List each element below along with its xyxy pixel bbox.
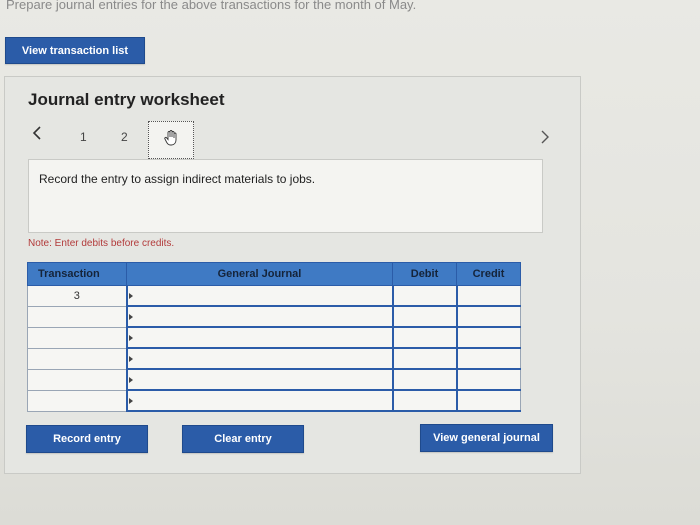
transaction-cell bbox=[27, 305, 127, 328]
note-text: Note: Enter debits before credits. bbox=[28, 238, 175, 249]
general-journal-select[interactable] bbox=[125, 347, 393, 370]
instruction-text: Record the entry to assign indirect mate… bbox=[39, 172, 316, 186]
transaction-cell bbox=[27, 389, 127, 412]
dropdown-triangle-icon bbox=[128, 313, 133, 320]
debit-input[interactable] bbox=[391, 305, 457, 328]
dropdown-triangle-icon bbox=[128, 355, 133, 362]
general-journal-select[interactable] bbox=[125, 285, 393, 307]
debit-input[interactable] bbox=[391, 285, 457, 307]
debit-input[interactable] bbox=[391, 326, 457, 349]
credit-input[interactable] bbox=[455, 389, 521, 412]
instruction-top-text: Prepare journal entries for the above tr… bbox=[6, 0, 417, 12]
table-row bbox=[27, 368, 521, 391]
clear-entry-button[interactable]: Clear entry bbox=[182, 425, 304, 453]
column-header-credit: Credit bbox=[456, 262, 521, 286]
hand-cursor-icon bbox=[164, 129, 178, 151]
journal-table: Transaction General Journal Debit Credit… bbox=[27, 262, 521, 412]
transaction-cell: 3 bbox=[27, 285, 127, 307]
record-entry-button[interactable]: Record entry bbox=[26, 425, 148, 453]
table-row bbox=[27, 305, 521, 328]
table-row: 3 bbox=[27, 285, 521, 307]
page-2-tab[interactable]: 2 bbox=[121, 130, 128, 144]
credit-input[interactable] bbox=[455, 305, 521, 328]
column-header-transaction: Transaction bbox=[27, 262, 127, 286]
worksheet-title: Journal entry worksheet bbox=[28, 90, 225, 109]
transaction-cell bbox=[27, 347, 127, 370]
table-row bbox=[27, 347, 521, 370]
table-row bbox=[27, 389, 521, 412]
general-journal-select[interactable] bbox=[125, 326, 393, 349]
view-transaction-list-button[interactable]: View transaction list bbox=[5, 37, 145, 64]
page-1-tab[interactable]: 1 bbox=[80, 130, 87, 144]
transaction-cell bbox=[27, 326, 127, 349]
instruction-box: Record the entry to assign indirect mate… bbox=[28, 159, 543, 233]
table-row bbox=[27, 326, 521, 349]
dropdown-triangle-icon bbox=[128, 334, 133, 341]
chevron-right-icon[interactable] bbox=[540, 130, 550, 149]
general-journal-select[interactable] bbox=[125, 368, 393, 391]
general-journal-select[interactable] bbox=[125, 305, 393, 328]
debit-input[interactable] bbox=[391, 368, 457, 391]
credit-input[interactable] bbox=[455, 347, 521, 370]
page-3-tab-current[interactable] bbox=[148, 121, 194, 159]
transaction-cell bbox=[27, 368, 127, 391]
column-header-debit: Debit bbox=[392, 262, 457, 286]
general-journal-select[interactable] bbox=[125, 389, 393, 412]
debit-input[interactable] bbox=[391, 347, 457, 370]
credit-input[interactable] bbox=[455, 326, 521, 349]
credit-input[interactable] bbox=[455, 285, 521, 307]
chevron-left-icon[interactable] bbox=[32, 126, 42, 145]
dropdown-triangle-icon bbox=[128, 292, 133, 299]
dropdown-triangle-icon bbox=[128, 397, 133, 404]
dropdown-triangle-icon bbox=[128, 376, 133, 383]
view-general-journal-button[interactable]: View general journal bbox=[420, 424, 553, 452]
credit-input[interactable] bbox=[455, 368, 521, 391]
column-header-general-journal: General Journal bbox=[126, 262, 393, 286]
debit-input[interactable] bbox=[391, 389, 457, 412]
